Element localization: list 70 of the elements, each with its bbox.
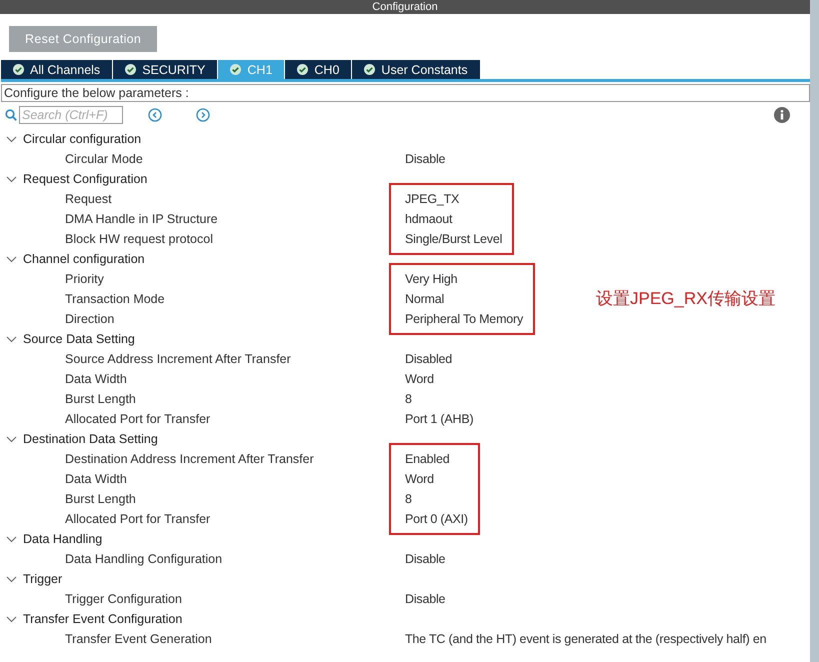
tab[interactable]: CH0	[285, 60, 352, 79]
parameter-name: Block HW request protocol	[65, 231, 214, 248]
chevron-icon[interactable]	[6, 134, 17, 144]
check-icon	[13, 64, 24, 75]
parameter-value[interactable]: Disabled	[405, 349, 779, 369]
chevron-icon[interactable]	[6, 574, 17, 584]
parameter-name: Allocated Port for Transfer	[65, 411, 212, 428]
parameter-name: Priority	[65, 271, 105, 288]
parameter-name: Circular Mode	[65, 151, 144, 168]
parameter-value[interactable]: Very High	[405, 269, 524, 289]
group-label[interactable]: Destination Data Setting	[23, 432, 158, 446]
chevron-icon[interactable]	[6, 614, 17, 624]
annotation-text: 设置JPEG_RX传输设置	[596, 288, 776, 310]
parameter-value[interactable]: Word	[405, 469, 468, 489]
group-label[interactable]: Transfer Event Configuration	[23, 612, 182, 626]
chevron-icon[interactable]	[6, 254, 17, 264]
tab[interactable]: User Constants	[352, 60, 481, 79]
parameter-value[interactable]: hdmaout	[405, 209, 502, 229]
group-label[interactable]: Channel configuration	[23, 252, 145, 266]
tab[interactable]: SECURITY	[113, 60, 218, 79]
parameter-name: Allocated Port for Transfer	[65, 511, 212, 528]
parameter-name: Data Width	[65, 371, 128, 388]
parameter-name: Transaction Mode	[65, 291, 166, 308]
group-label[interactable]: Trigger	[23, 572, 62, 586]
description-text: Configure the below parameters :	[1, 84, 810, 102]
parameter-value[interactable]: 8	[405, 489, 468, 509]
parameter-value[interactable]: 8	[405, 389, 779, 409]
next-button[interactable]	[196, 108, 210, 122]
parameter-name: Direction	[65, 311, 116, 328]
window-title: Configuration	[372, 0, 438, 14]
parameter-value[interactable]: Enabled	[405, 449, 468, 469]
parameter-name: Source Address Increment After Transfer	[65, 351, 292, 368]
parameter-value[interactable]: Single/Burst Level	[405, 229, 502, 249]
info-icon[interactable]	[774, 107, 790, 123]
parameter-name: Destination Address Increment After Transfer	[65, 451, 315, 468]
parameter-name: Data Handling Configuration	[65, 551, 224, 568]
parameter-name: Burst Length	[65, 391, 137, 408]
parameter-name: Data Width	[65, 471, 128, 488]
check-icon	[125, 64, 136, 75]
check-icon	[230, 64, 242, 75]
group-label[interactable]: Request Configuration	[23, 172, 148, 186]
chevron-icon[interactable]	[6, 174, 17, 184]
parameter-value[interactable]: Port 0 (AXI)	[405, 509, 468, 529]
parameter-value[interactable]: JPEG_TX	[405, 189, 502, 209]
parameter-value[interactable]: Disable	[405, 549, 779, 569]
parameter-name: Transfer Event Generation	[65, 631, 213, 648]
previous-button[interactable]	[148, 108, 162, 122]
group-label[interactable]: Data Handling	[23, 532, 102, 546]
check-icon	[364, 64, 376, 75]
parameter-name: Request	[65, 191, 113, 208]
group-label[interactable]: Circular configuration	[23, 132, 142, 146]
parameter-value[interactable]: Word	[405, 369, 779, 389]
parameter-value[interactable]: Port 1 (AHB)	[405, 409, 779, 429]
chevron-icon[interactable]	[6, 534, 17, 544]
scrollbar[interactable]	[810, 0, 819, 662]
parameter-value[interactable]: Disable	[405, 149, 779, 169]
chevron-icon[interactable]	[6, 334, 17, 344]
check-icon	[297, 64, 308, 75]
parameter-value[interactable]: Normal	[405, 289, 524, 309]
parameter-name: Trigger Configuration	[65, 591, 183, 608]
search-icon	[5, 109, 17, 121]
group-label[interactable]: Source Data Setting	[23, 332, 135, 346]
parameter-value[interactable]: The TC (and the HT) event is generated at the (respectively half) en	[405, 629, 779, 649]
chevron-icon[interactable]	[6, 434, 17, 444]
parameter-value[interactable]: Disable	[405, 589, 779, 609]
parameter-name: Burst Length	[65, 491, 137, 508]
parameter-value[interactable]: Peripheral To Memory	[405, 309, 524, 329]
parameter-name: DMA Handle in IP Structure	[65, 211, 219, 228]
tab[interactable]: All Channels	[1, 60, 114, 79]
search-field[interactable]: Search (Ctrl+F)	[19, 106, 123, 124]
